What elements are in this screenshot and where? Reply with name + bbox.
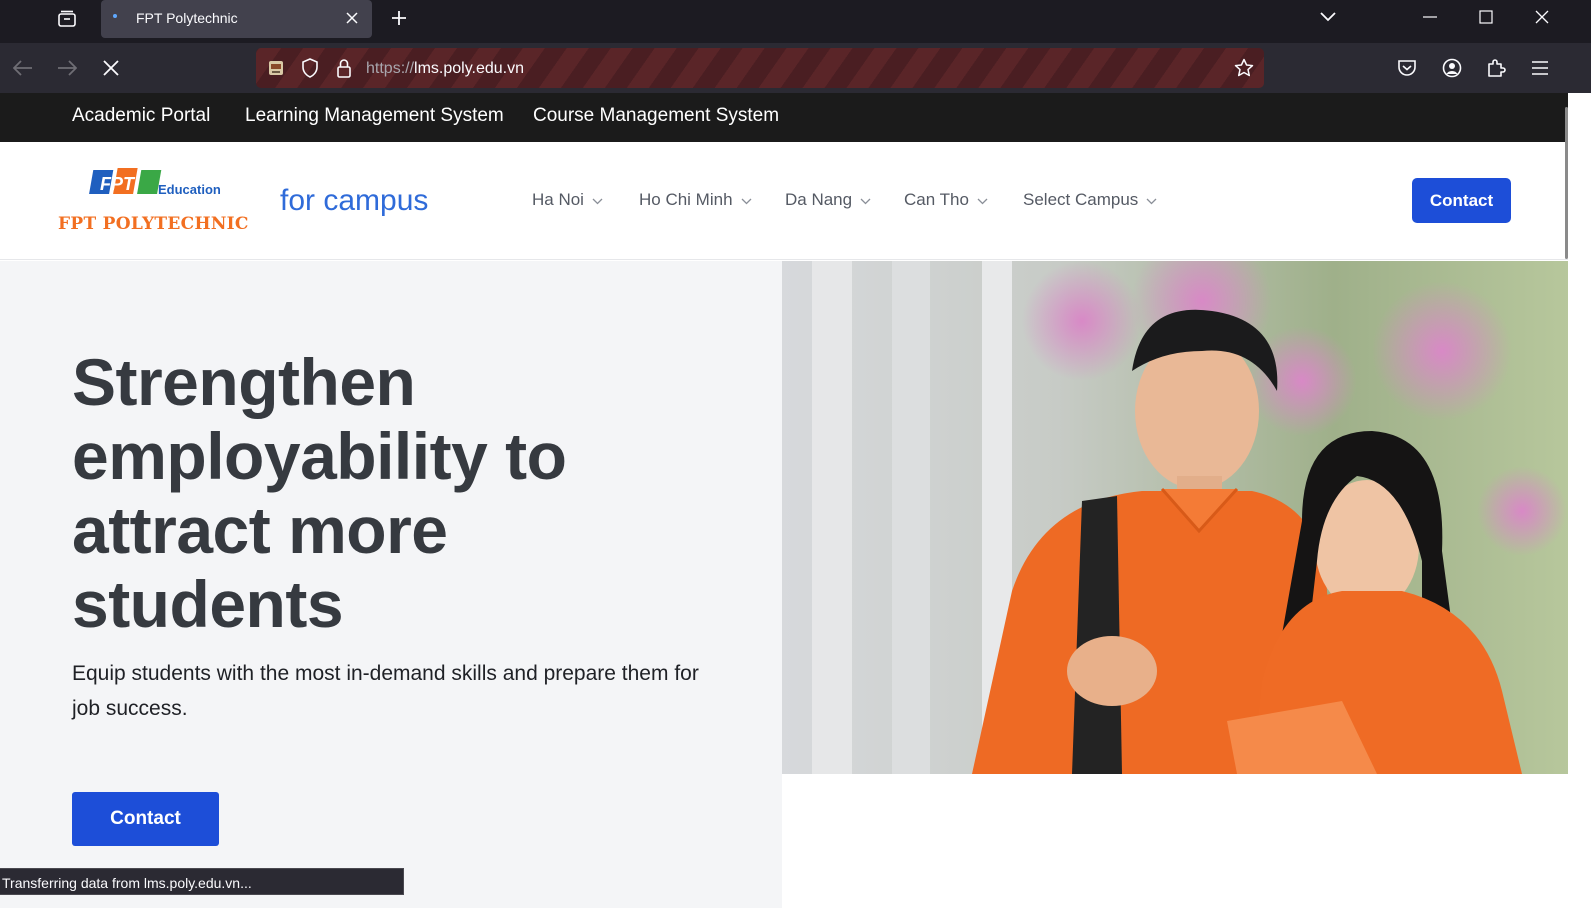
list-all-tabs-chevron-icon[interactable] [1300, 0, 1356, 34]
portal-links-bar: Academic Portal Learning Management Syst… [0, 93, 1591, 142]
menu-can-tho[interactable]: Can Tho [904, 190, 988, 210]
menu-da-nang[interactable]: Da Nang [785, 190, 871, 210]
minimize-icon[interactable] [1402, 0, 1458, 34]
tab-title: FPT Polytechnic [136, 10, 238, 26]
tab-list-icon[interactable] [50, 4, 84, 34]
bookmark-star-icon[interactable] [1230, 54, 1258, 82]
browser-tab[interactable]: FPT Polytechnic [101, 0, 372, 38]
status-bar: Transferring data from lms.poly.edu.vn..… [0, 868, 404, 895]
forward-arrow-icon[interactable] [52, 53, 82, 83]
page-scrollbar[interactable] [1568, 93, 1591, 908]
menu-label: Ha Noi [532, 190, 584, 209]
chevron-down-icon [977, 198, 988, 204]
browser-tab-bar: FPT Polytechnic [0, 0, 1591, 43]
fpt-logo-tiles: FPT [89, 168, 162, 194]
url-scheme: https:// [366, 60, 415, 77]
url-bar[interactable]: https://lms.poly.edu.vn [256, 48, 1264, 88]
url-host: lms.poly.edu.vn [414, 60, 525, 77]
menu-label: Can Tho [904, 190, 969, 209]
hero-subtitle: Equip students with the most in-demand s… [72, 662, 699, 720]
hero-title-line: attract more [72, 493, 448, 567]
hero-title-line: Strengthen [72, 345, 416, 419]
menu-label: Select Campus [1023, 190, 1139, 209]
menu-label: Da Nang [785, 190, 853, 209]
logo-education-text: Education [158, 182, 221, 197]
tab-close-icon[interactable] [340, 6, 364, 30]
link-academic-portal[interactable]: Academic Portal [72, 105, 210, 127]
hero-title-line: employability to [72, 419, 567, 493]
menu-ho-chi-minh[interactable]: Ho Chi Minh [639, 190, 752, 210]
hero-title: Strengthen employability to attract more… [72, 345, 752, 641]
extensions-puzzle-icon[interactable] [1481, 53, 1511, 83]
hero-title-line: students [72, 567, 344, 641]
menu-ha-noi[interactable]: Ha Noi [532, 190, 603, 210]
browser-nav-bar: https://lms.poly.edu.vn [0, 43, 1591, 93]
fpt-polytechnic-logo[interactable]: FPT Education FPT POLYTECHNIC [58, 166, 253, 236]
chevron-down-icon [860, 198, 871, 204]
back-arrow-icon[interactable] [8, 53, 38, 83]
url-text[interactable]: https://lms.poly.edu.vn [366, 60, 524, 78]
web-page: Academic Portal Learning Management Syst… [0, 93, 1591, 908]
account-icon[interactable] [1437, 53, 1467, 83]
shield-icon[interactable] [296, 54, 324, 82]
hero-section: Strengthen employability to attract more… [0, 261, 782, 908]
close-window-icon[interactable] [1514, 0, 1570, 34]
remote-control-robot-icon[interactable] [262, 54, 290, 82]
chevron-down-icon [741, 198, 752, 204]
header-contact-button[interactable]: Contact [1412, 178, 1511, 223]
lock-icon[interactable] [330, 54, 358, 82]
hero-students-photo [782, 261, 1570, 774]
site-header: FPT Education FPT POLYTECHNIC for campus… [0, 142, 1591, 260]
logo-school-text: FPT POLYTECHNIC [58, 214, 249, 234]
link-course-management-system[interactable]: Course Management System [533, 105, 779, 127]
new-tab-plus-icon[interactable] [385, 4, 413, 32]
chevron-down-icon [1146, 198, 1157, 204]
menu-select-campus[interactable]: Select Campus [1023, 190, 1157, 210]
chevron-down-icon [592, 198, 603, 204]
hero-contact-button[interactable]: Contact [72, 792, 219, 846]
scrollbar-thumb[interactable] [1565, 107, 1568, 259]
menu-label: Ho Chi Minh [639, 190, 733, 209]
logo-brand-text: FPT [100, 174, 136, 194]
maximize-icon[interactable] [1458, 0, 1514, 34]
stop-loading-icon[interactable] [96, 53, 126, 83]
link-learning-management-system[interactable]: Learning Management System [245, 105, 504, 127]
pocket-icon[interactable] [1392, 53, 1422, 83]
tagline: for campus [280, 184, 429, 217]
loading-indicator-icon [113, 14, 117, 18]
app-menu-hamburger-icon[interactable] [1525, 53, 1555, 83]
